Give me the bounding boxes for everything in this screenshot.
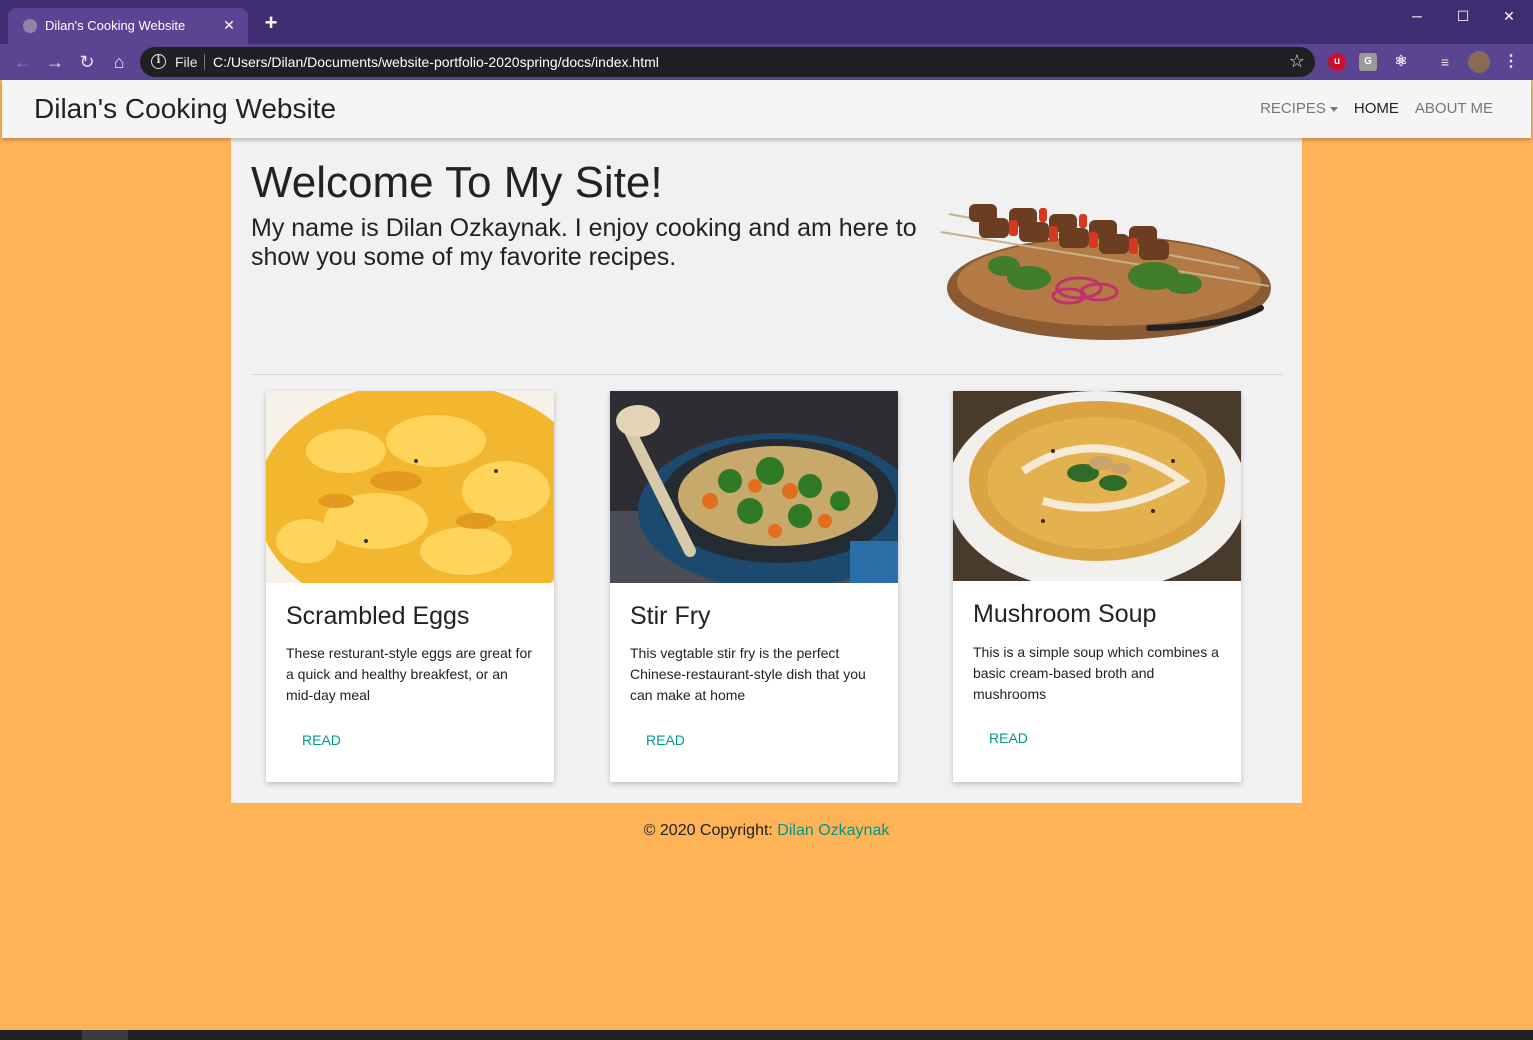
- url-text[interactable]: C:/Users/Dilan/Documents/website-portfol…: [213, 54, 659, 70]
- nav-recipes-dropdown[interactable]: RECIPES: [1260, 100, 1338, 117]
- browser-toolbar: ← → ↻ ⌂ i File C:/Users/Dilan/Documents/…: [0, 44, 1533, 80]
- reload-icon[interactable]: ↻: [74, 49, 100, 75]
- react-devtools-icon[interactable]: ⚛: [1392, 53, 1410, 71]
- home-icon[interactable]: ⌂: [106, 49, 132, 75]
- address-divider: [204, 54, 205, 70]
- translate-icon[interactable]: G: [1359, 53, 1377, 71]
- maximize-icon[interactable]: ☐: [1440, 0, 1486, 32]
- globe-icon: [23, 19, 37, 33]
- nav-recipes-label: RECIPES: [1260, 100, 1326, 117]
- section-divider: [251, 374, 1282, 375]
- recipe-card-mushroom-soup: Mushroom Soup This is a simple soup whic…: [953, 391, 1241, 782]
- read-link[interactable]: READ: [646, 732, 685, 748]
- main-container: Welcome To My Site! My name is Dilan Ozk…: [231, 138, 1302, 803]
- os-taskbar: [0, 1030, 1533, 1040]
- new-tab-button[interactable]: +: [260, 12, 282, 35]
- browser-titlebar: Dilan's Cooking Website ✕ + ─ ☐ ✕: [0, 0, 1533, 44]
- close-window-icon[interactable]: ✕: [1486, 0, 1532, 32]
- site-navbar: Dilan's Cooking Website RECIPES HOME ABO…: [2, 80, 1531, 138]
- card-title: Mushroom Soup: [973, 600, 1157, 628]
- read-link[interactable]: READ: [302, 732, 341, 748]
- info-icon[interactable]: i: [151, 54, 166, 69]
- footer-author-link[interactable]: Dilan Ozkaynak: [777, 822, 889, 839]
- recipe-card-scrambled-eggs: Scrambled Eggs These resturant-style egg…: [266, 391, 554, 782]
- scheme-label: File: [175, 54, 198, 70]
- card-text: This is a simple soup which combines a b…: [973, 644, 1219, 702]
- caret-down-icon: [1329, 106, 1338, 112]
- recipe-card-stir-fry: Stir Fry This vegtable stir fry is the p…: [610, 391, 898, 782]
- close-tab-icon[interactable]: ✕: [218, 14, 240, 36]
- tab-title: Dilan's Cooking Website: [45, 18, 186, 33]
- back-arrow-icon[interactable]: ←: [10, 49, 36, 75]
- card-title: Stir Fry: [630, 602, 711, 630]
- copyright-text: © 2020 Copyright:: [643, 822, 778, 839]
- hero-title: Welcome To My Site!: [251, 158, 663, 207]
- card-text: This vegtable stir fry is the perfect Ch…: [630, 645, 866, 703]
- card-title: Scrambled Eggs: [286, 602, 470, 630]
- scrambled-eggs-image[interactable]: [266, 391, 554, 583]
- media-queue-icon[interactable]: ≡: [1436, 53, 1454, 71]
- taskbar-item[interactable]: [82, 1030, 128, 1040]
- site-brand[interactable]: Dilan's Cooking Website: [34, 93, 336, 125]
- mushroom-soup-image[interactable]: [953, 391, 1241, 581]
- nav-links: RECIPES HOME ABOUT ME: [1260, 100, 1493, 117]
- nav-home[interactable]: HOME: [1354, 100, 1399, 117]
- menu-kebab-icon[interactable]: ⋮: [1502, 53, 1520, 71]
- stir-fry-image[interactable]: [610, 391, 898, 583]
- site-footer: © 2020 Copyright: Dilan Ozkaynak: [0, 822, 1533, 840]
- nav-about-me[interactable]: ABOUT ME: [1415, 100, 1493, 117]
- ublock-icon[interactable]: u: [1328, 53, 1346, 71]
- card-text: These resturant-style eggs are great for…: [286, 645, 532, 703]
- forward-arrow-icon[interactable]: →: [42, 49, 68, 75]
- kebab-platter-image: [940, 204, 1271, 340]
- read-link[interactable]: READ: [989, 730, 1028, 746]
- minimize-icon[interactable]: ─: [1394, 0, 1440, 32]
- browser-tab[interactable]: Dilan's Cooking Website ✕: [8, 8, 248, 44]
- bookmark-star-icon[interactable]: ☆: [1289, 51, 1305, 72]
- hero-text: My name is Dilan Ozkaynak. I enjoy cooki…: [251, 214, 917, 271]
- address-bar[interactable]: i File C:/Users/Dilan/Documents/website-…: [140, 47, 1315, 77]
- avatar[interactable]: [1468, 51, 1490, 73]
